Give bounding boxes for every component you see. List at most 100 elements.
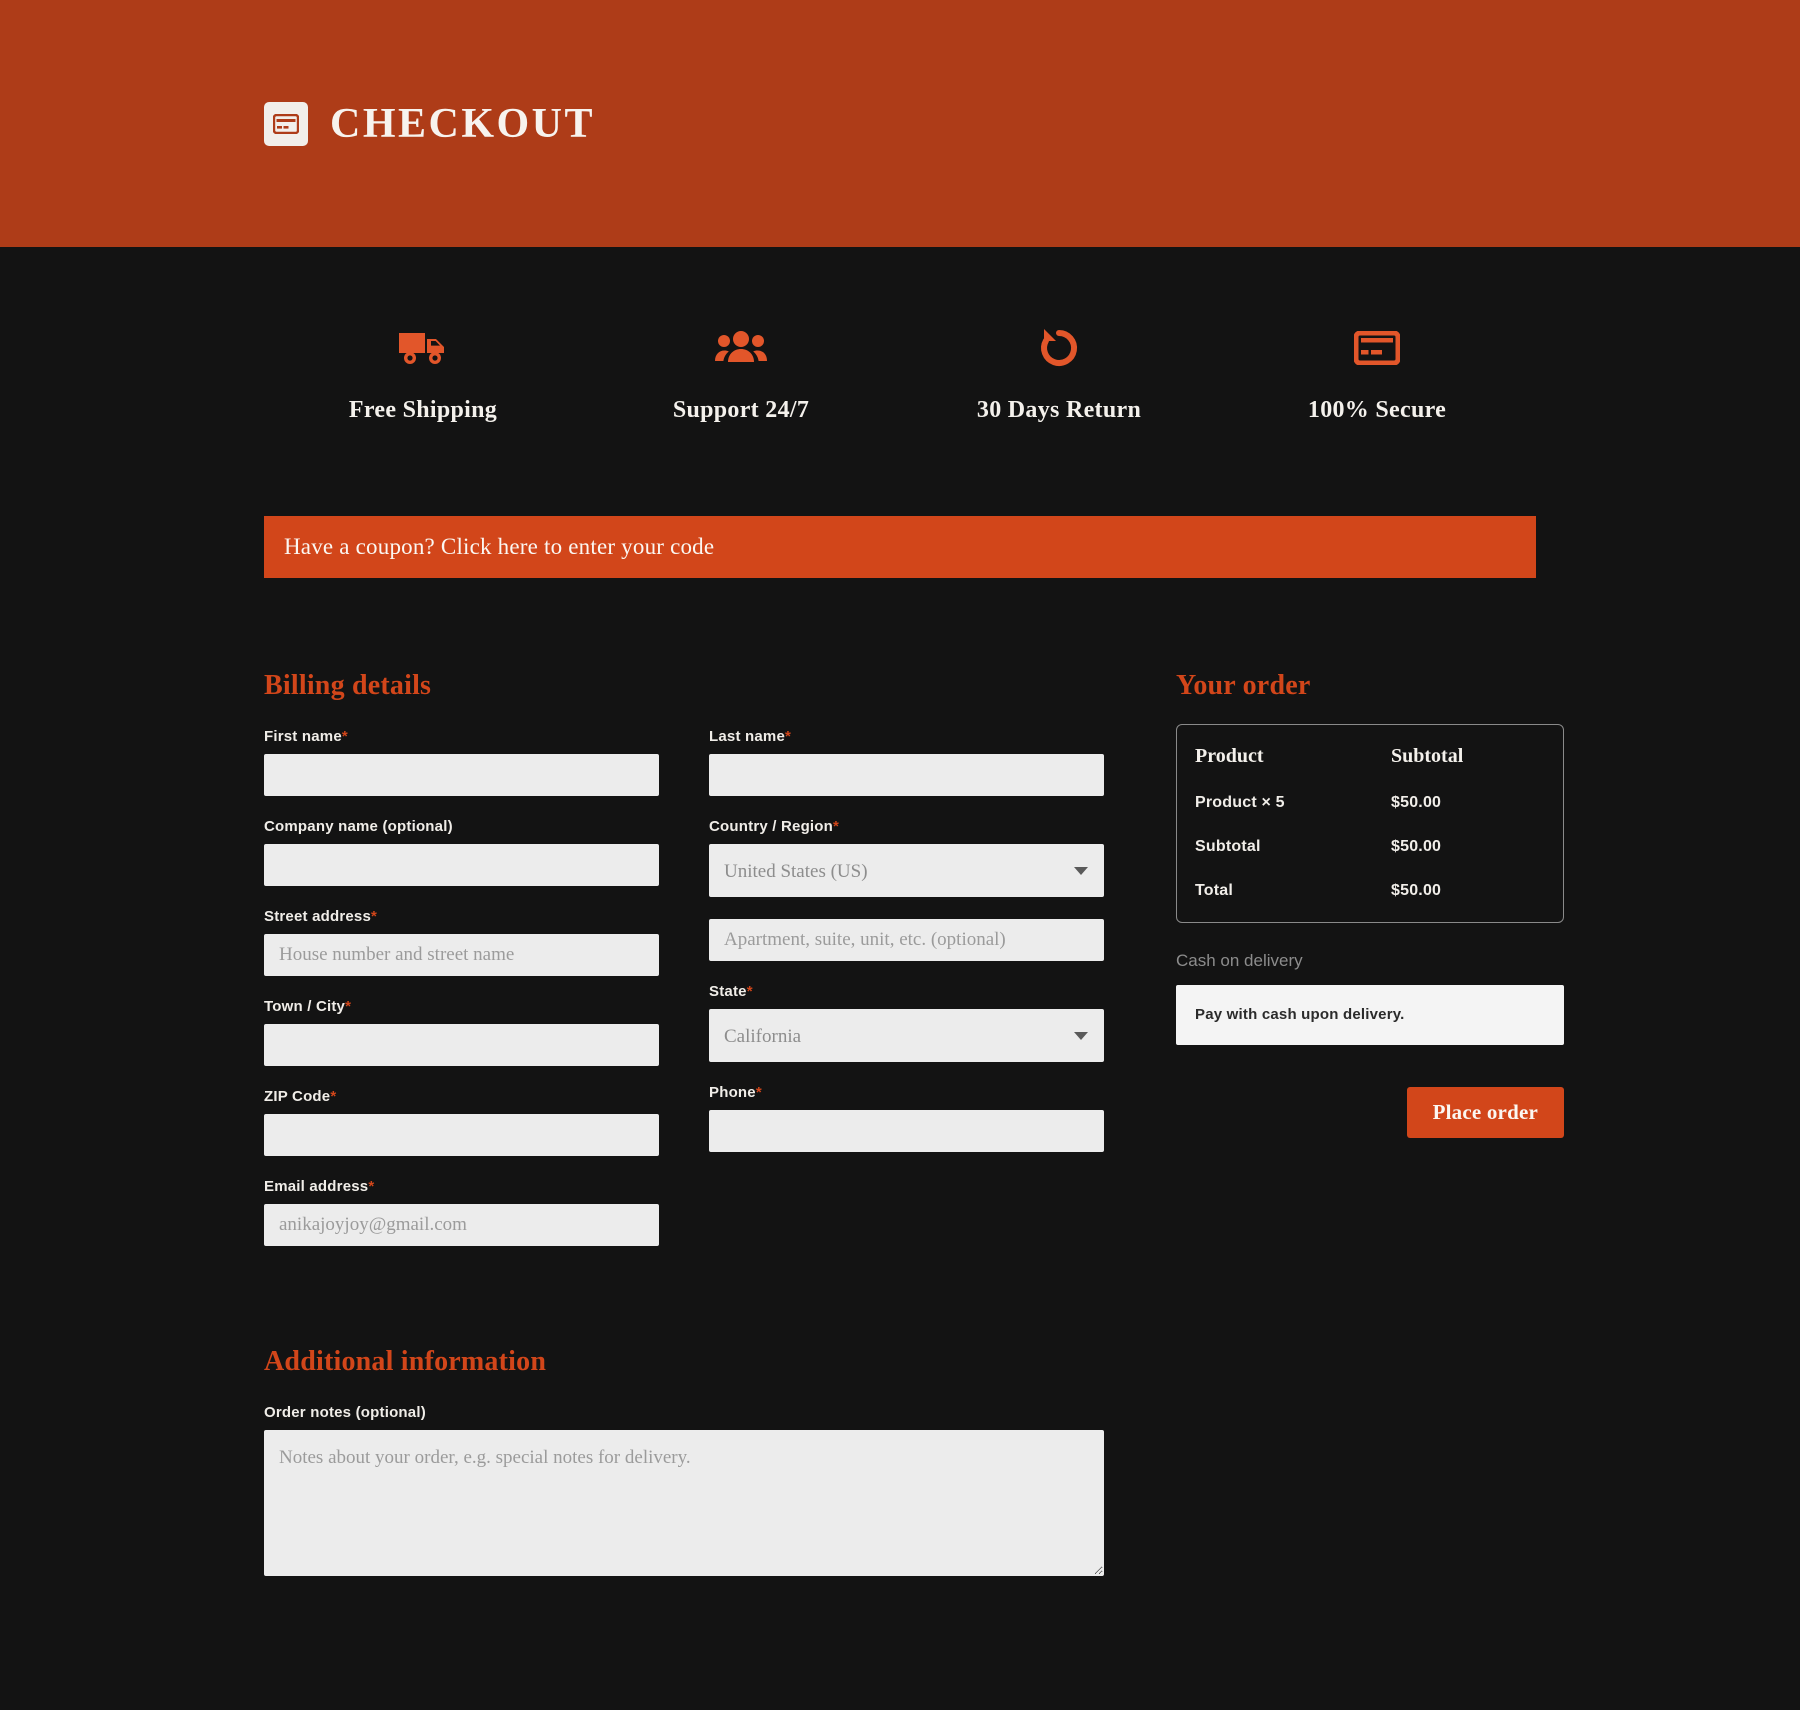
place-order-button[interactable]: Place order [1406, 1087, 1564, 1138]
billing-fields: First name* Company name (optional) Stre… [264, 728, 1104, 1268]
table-row: Product × 5 $50.00 [1195, 794, 1545, 838]
table-header-row: Product Subtotal [1195, 745, 1545, 794]
field-country: Country / Region* United States (US) [709, 818, 1104, 897]
payment-description-text: Pay with cash upon delivery. [1195, 1006, 1405, 1023]
field-zip: ZIP Code* [264, 1088, 659, 1156]
field-city: Town / City* [264, 998, 659, 1066]
phone-label-text: Phone [709, 1084, 756, 1101]
street-address-label-text: Street address [264, 908, 372, 925]
first-name-input[interactable] [264, 754, 659, 796]
order-column: Your order Product Subtotal Product × 5 … [1176, 670, 1564, 1138]
place-order-row: Place order [1176, 1087, 1564, 1138]
field-apartment [709, 919, 1104, 961]
coupon-label: Have a coupon? Click here to enter your … [284, 534, 715, 559]
billing-column: Billing details First name* Company name… [264, 670, 1104, 1598]
required-marker: * [833, 818, 840, 835]
order-table-body: Product × 5 $50.00 Subtotal $50.00 Total… [1195, 794, 1545, 900]
feature-secure: 100% Secure [1218, 325, 1536, 424]
page-title: CHECKOUT [330, 100, 596, 147]
order-row-amount: $50.00 [1391, 838, 1442, 855]
email-label: Email address* [264, 1178, 659, 1195]
street-address-label: Street address* [264, 908, 659, 925]
required-marker: * [345, 998, 352, 1015]
required-marker: * [368, 1178, 375, 1195]
order-row-name: Product × 5 [1195, 794, 1285, 811]
billing-fields-left: First name* Company name (optional) Stre… [264, 728, 659, 1268]
city-label-text: Town / City [264, 998, 346, 1015]
feature-returns: 30 Days Return [900, 325, 1218, 424]
phone-input[interactable] [709, 1110, 1104, 1152]
table-row: Subtotal $50.00 [1195, 838, 1545, 882]
field-email: Email address* [264, 1178, 659, 1246]
required-marker: * [341, 728, 348, 745]
field-order-notes: Order notes (optional) [264, 1404, 1104, 1576]
order-table-head: Product Subtotal [1195, 745, 1545, 794]
required-marker: * [785, 728, 792, 745]
zip-label-text: ZIP Code [264, 1088, 331, 1105]
state-label-text: State [709, 983, 747, 1000]
company-input[interactable] [264, 844, 659, 886]
email-input[interactable] [264, 1204, 659, 1246]
brand: CHECKOUT [264, 100, 596, 147]
feature-label: 30 Days Return [976, 397, 1142, 423]
table-row: Total $50.00 [1195, 882, 1545, 900]
column-header-product: Product [1195, 745, 1264, 767]
order-summary-card: Product Subtotal Product × 5 $50.00 Subt… [1176, 724, 1564, 923]
field-phone: Phone* [709, 1084, 1104, 1152]
credit-card-icon [264, 101, 308, 146]
checkout-page: CHECKOUT Free Shipping Support 24/7 30 D… [0, 0, 1800, 1710]
order-row-amount: $50.00 [1391, 882, 1442, 899]
coupon-toggle[interactable]: Have a coupon? Click here to enter your … [264, 516, 1536, 578]
your-order-title: Your order [1176, 670, 1311, 701]
required-marker: * [746, 983, 753, 1000]
checkout-main: Billing details First name* Company name… [0, 578, 1800, 1598]
coupon-section: Have a coupon? Click here to enter your … [0, 424, 1800, 578]
payment-description-box: Pay with cash upon delivery. [1176, 985, 1564, 1045]
feature-label: 100% Secure [1307, 397, 1447, 423]
order-notes-textarea[interactable] [264, 1430, 1104, 1576]
city-label: Town / City* [264, 998, 659, 1015]
first-name-label: First name* [264, 728, 659, 745]
payment-method-label: Cash on delivery [1176, 951, 1303, 970]
company-label: Company name (optional) [264, 818, 453, 835]
billing-details-title: Billing details [264, 670, 432, 701]
field-street-address: Street address* [264, 908, 659, 976]
feature-free-shipping: Free Shipping [264, 325, 582, 424]
country-label-text: Country / Region [709, 818, 834, 835]
required-marker: * [330, 1088, 337, 1105]
site-header: CHECKOUT [0, 0, 1800, 247]
state-select[interactable]: California [709, 1009, 1104, 1062]
additional-information-title: Additional information [264, 1346, 547, 1377]
column-header-subtotal: Subtotal [1391, 745, 1464, 767]
billing-fields-right: Last name* Country / Region* United Stat… [709, 728, 1104, 1268]
field-first-name: First name* [264, 728, 659, 796]
feature-strip: Free Shipping Support 24/7 30 Days Retur… [0, 247, 1800, 424]
feature-label: Support 24/7 [672, 397, 810, 423]
credit-card-icon [1354, 325, 1400, 371]
required-marker: * [755, 1084, 762, 1101]
feature-label: Free Shipping [348, 397, 498, 423]
street-address-input[interactable] [264, 934, 659, 976]
country-label: Country / Region* [709, 818, 1104, 835]
rotate-left-icon [1036, 325, 1082, 371]
last-name-label-text: Last name [709, 728, 785, 745]
users-group-icon [715, 325, 767, 371]
order-notes-label: Order notes (optional) [264, 1404, 426, 1421]
truck-icon [397, 325, 449, 371]
last-name-input[interactable] [709, 754, 1104, 796]
order-row-amount: $50.00 [1391, 794, 1442, 811]
state-select-wrap: California [709, 1009, 1104, 1062]
additional-information-section: Additional information Order notes (opti… [264, 1346, 1104, 1576]
field-company: Company name (optional) [264, 818, 659, 886]
apartment-input[interactable] [709, 919, 1104, 961]
required-marker: * [371, 908, 378, 925]
order-summary-table: Product Subtotal Product × 5 $50.00 Subt… [1195, 745, 1545, 900]
country-select[interactable]: United States (US) [709, 844, 1104, 897]
zip-input[interactable] [264, 1114, 659, 1156]
order-row-name: Subtotal [1195, 838, 1261, 855]
phone-label: Phone* [709, 1084, 1104, 1101]
feature-support: Support 24/7 [582, 325, 900, 424]
city-input[interactable] [264, 1024, 659, 1066]
first-name-label-text: First name [264, 728, 342, 745]
country-select-wrap: United States (US) [709, 844, 1104, 897]
